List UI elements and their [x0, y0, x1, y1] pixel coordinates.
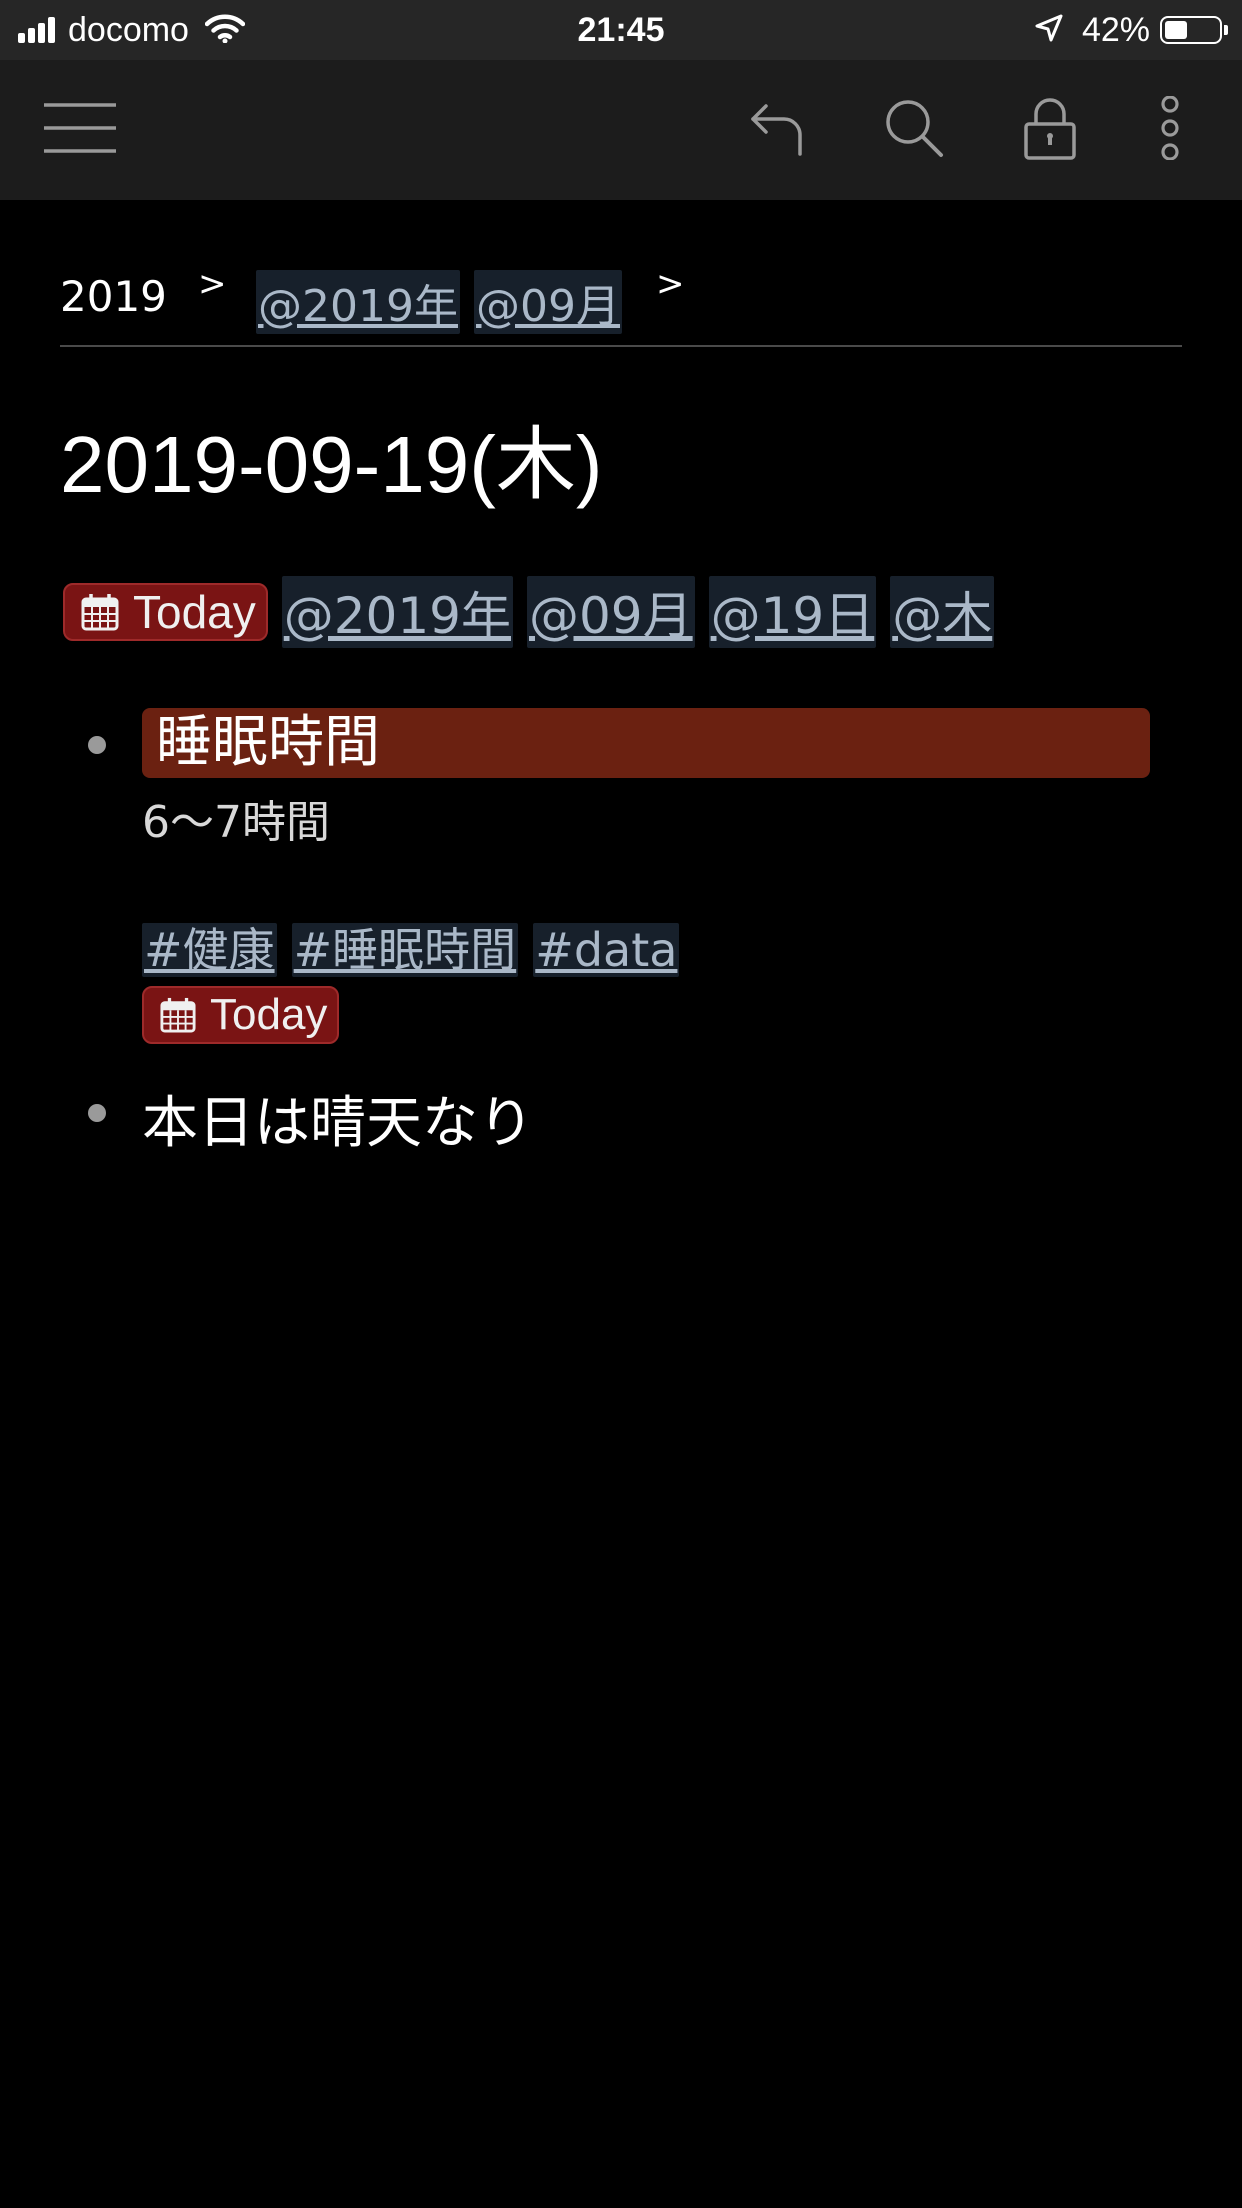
hashtag-data[interactable]: #data: [533, 923, 680, 977]
highlighted-heading: 睡眠時間: [142, 708, 1150, 778]
hashtag-health[interactable]: #健康: [142, 923, 277, 977]
bullet-dot[interactable]: [88, 1104, 106, 1122]
note-text: 6〜7時間: [142, 797, 330, 848]
menu-button[interactable]: [40, 90, 120, 170]
breadcrumb-root[interactable]: 2019: [60, 272, 167, 321]
menu-icon: [42, 102, 118, 158]
breadcrumb-separator: >: [198, 264, 227, 304]
today-label: Today: [133, 586, 256, 638]
today-badge-row: Today: [142, 986, 1182, 1044]
hashtag-row: #健康 #睡眠時間 #data: [142, 914, 1182, 980]
breadcrumb-link-month[interactable]: @09月: [474, 270, 622, 334]
battery-icon: [1160, 16, 1222, 44]
more-vertical-icon: [1158, 95, 1182, 164]
today-label: Today: [210, 990, 328, 1039]
today-badge[interactable]: Today: [142, 986, 340, 1044]
calendar-icon: [81, 593, 119, 631]
app-toolbar: [0, 60, 1242, 200]
breadcrumb-separator: >: [656, 264, 685, 304]
list-item-text: 本日は晴天なり: [142, 1091, 534, 1156]
battery-nub: [1224, 25, 1228, 35]
hashtag-sleep-time[interactable]: #睡眠時間: [291, 923, 519, 977]
tag-link-weekday[interactable]: @木: [890, 576, 995, 648]
tag-link-year[interactable]: @2019年: [281, 576, 513, 648]
page-title: 2019-09-19(木): [60, 420, 603, 509]
undo-button[interactable]: [738, 90, 818, 170]
lock-icon: [1022, 96, 1078, 164]
search-icon: [883, 97, 945, 163]
bullet-dot[interactable]: [88, 736, 106, 754]
status-bar: docomo 21:45 42%: [0, 0, 1242, 60]
more-options-button[interactable]: [1130, 90, 1210, 170]
lock-button[interactable]: [1010, 90, 1090, 170]
battery-level: [1165, 21, 1187, 39]
calendar-icon: [160, 997, 196, 1033]
breadcrumb: 2019 > @2019年 @09月 >: [60, 200, 1182, 347]
bullet-list: 睡眠時間 6〜7時間 #健康 #睡眠時間 #data Today 本日は晴天なり: [60, 708, 1182, 1159]
today-badge[interactable]: Today: [63, 583, 268, 641]
page-tag-line: Today @2019年 @09月 @19日 @木: [63, 576, 995, 648]
breadcrumb-link-year[interactable]: @2019年: [256, 270, 460, 334]
page-content: 2019 > @2019年 @09月 > 2019-09-19(木) Today…: [60, 200, 1182, 1156]
status-right: 42%: [1034, 0, 1228, 60]
list-item[interactable]: 本日は晴天なり: [60, 1078, 1182, 1159]
tag-link-month[interactable]: @09月: [527, 576, 695, 648]
tag-link-day[interactable]: @19日: [708, 576, 877, 648]
undo-icon: [748, 98, 808, 162]
battery-percent: 42%: [1081, 10, 1150, 49]
search-button[interactable]: [874, 90, 954, 170]
list-item[interactable]: 睡眠時間 6〜7時間 #健康 #睡眠時間 #data Today: [60, 708, 1182, 1044]
location-arrow-icon: [1034, 13, 1064, 47]
